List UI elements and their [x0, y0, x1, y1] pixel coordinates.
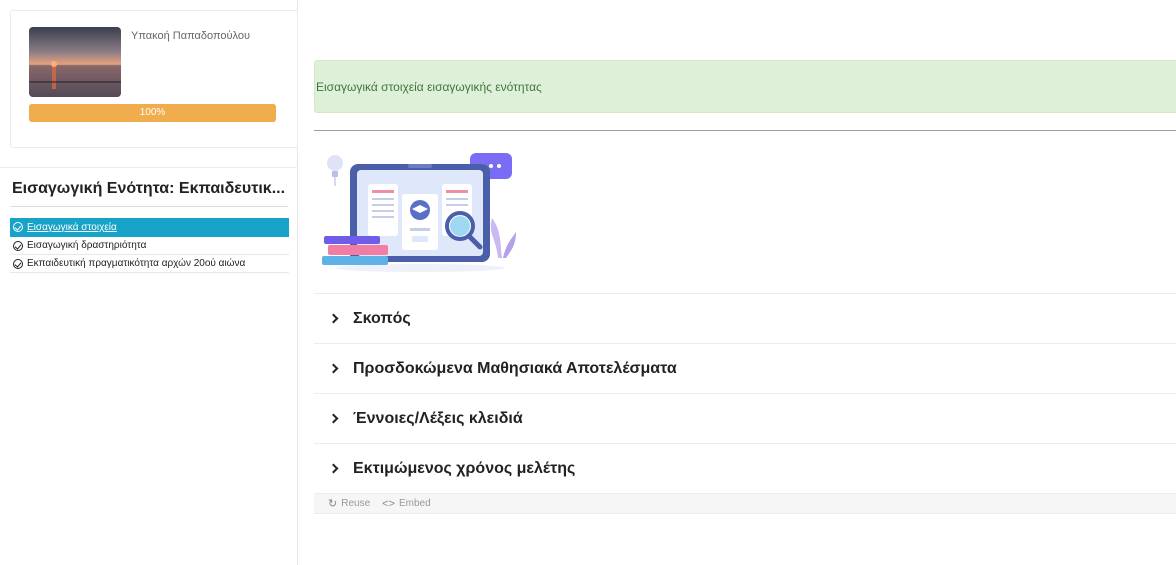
chevron-right-icon: [328, 363, 339, 374]
sunset-photo: [29, 27, 121, 97]
check-circle-icon: [13, 258, 23, 269]
accordion-title: Έννοιες/Λέξεις κλειδιά: [353, 409, 523, 427]
lesson-label: Εισαγωγικά στοιχεία: [27, 221, 117, 233]
avatar: [29, 27, 121, 97]
divider: [314, 130, 1176, 131]
refresh-icon: ↻: [328, 498, 338, 510]
lesson-list: Εισαγωγικά στοιχεία Εισαγωγική δραστηριό…: [10, 218, 289, 273]
chevron-right-icon: [328, 313, 339, 324]
divider: [10, 206, 288, 207]
module-title: Εισαγωγική Ενότητα: Εκπαιδευτικ...: [12, 180, 286, 197]
accordion-item-keywords[interactable]: Έννοιες/Λέξεις κλειδιά: [314, 393, 1176, 443]
info-alert: Εισαγωγικά στοιχεία εισαγωγικής ενότητας: [314, 60, 1176, 113]
accordion-item-purpose[interactable]: Σκοπός: [314, 293, 1176, 343]
lesson-item[interactable]: Εισαγωγικά στοιχεία: [10, 218, 289, 237]
accordion-title: Προσδοκώμενα Μαθησιακά Αποτελέσματα: [353, 359, 677, 377]
profile-card: Υπακοή Παπαδοπούλου 100%: [10, 10, 298, 148]
progress-label: 100%: [139, 107, 166, 118]
main-content: Εισαγωγικά στοιχεία εισαγωγικής ενότητας: [314, 0, 1176, 565]
user-name: Υπακοή Παπαδοπούλου: [131, 30, 251, 42]
check-circle-icon: [13, 222, 23, 232]
lesson-item[interactable]: Εισαγωγική δραστηριότητα: [10, 237, 289, 255]
accordion-title: Σκοπός: [353, 309, 411, 327]
lesson-label: Εκπαιδευτική πραγματικότητα αρχών 20ού α…: [27, 258, 246, 269]
alert-text: Εισαγωγικά στοιχεία εισαγωγικής ενότητας: [316, 79, 542, 94]
elearning-illustration: [322, 153, 516, 272]
code-icon: <>: [382, 497, 395, 510]
accordion-title: Εκτιμώμενος χρόνος μελέτης: [353, 459, 576, 477]
accordion-item-study-time[interactable]: Εκτιμώμενος χρόνος μελέτης: [314, 443, 1176, 493]
accordion: Σκοπός Προσδοκώμενα Μαθησιακά Αποτελέσμα…: [314, 293, 1176, 493]
sidebar: Υπακοή Παπαδοπούλου 100% Εισαγωγική Ενότ…: [0, 0, 298, 565]
app: Υπακοή Παπαδοπούλου 100% Εισαγωγική Ενότ…: [0, 0, 1176, 565]
module-card: Εισαγωγική Ενότητα: Εκπαιδευτικ... Εισαγ…: [0, 167, 298, 289]
embed-button[interactable]: <> Embed: [382, 498, 431, 510]
chevron-right-icon: [328, 463, 339, 474]
chevron-right-icon: [328, 413, 339, 424]
lesson-item[interactable]: Εκπαιδευτική πραγματικότητα αρχών 20ού α…: [10, 255, 289, 273]
reuse-label: Reuse: [341, 498, 371, 509]
embed-label: Embed: [398, 498, 431, 509]
check-circle-icon: [13, 240, 23, 251]
accordion-item-learning-outcomes[interactable]: Προσδοκώμενα Μαθησιακά Αποτελέσματα: [314, 343, 1176, 393]
progress-bar: 100%: [29, 104, 276, 122]
reuse-button[interactable]: ↻ Reuse: [328, 497, 370, 510]
lesson-label: Εισαγωγική δραστηριότητα: [27, 240, 147, 251]
h5p-action-bar: ↻ Reuse <> Embed: [314, 493, 1176, 514]
